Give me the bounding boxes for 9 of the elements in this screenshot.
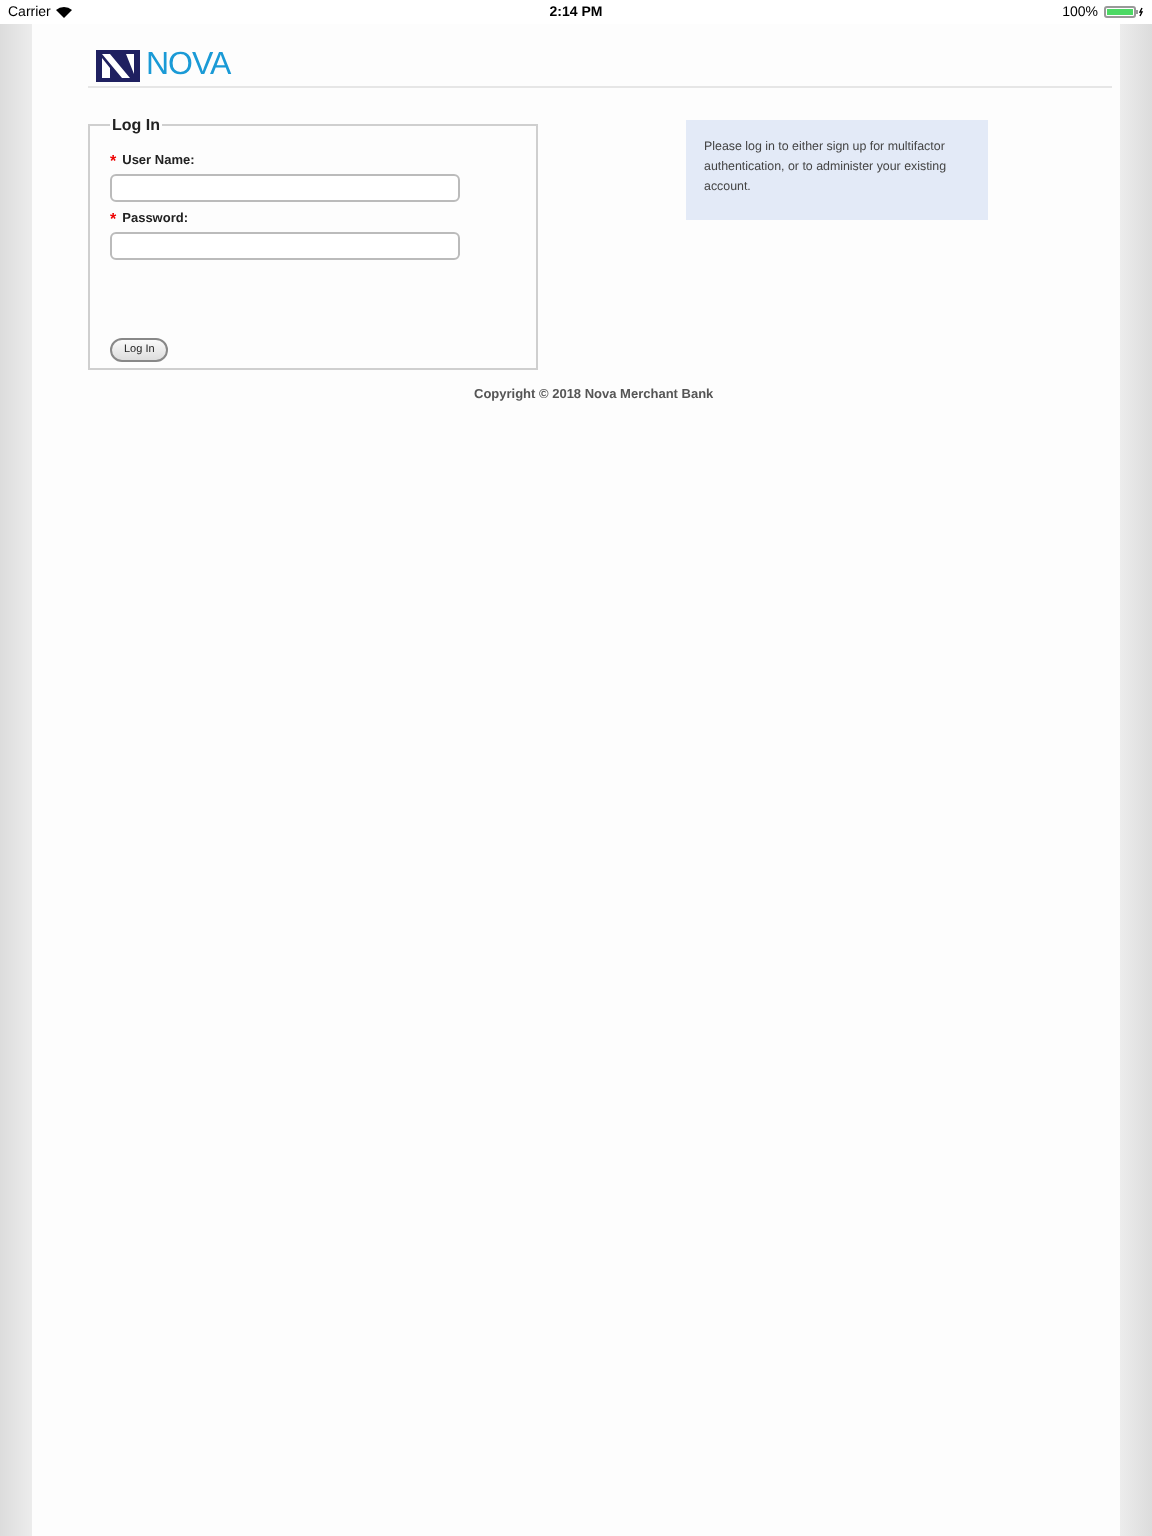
wifi-icon xyxy=(56,6,73,18)
login-heading: Log In xyxy=(110,116,162,134)
logo-text: NOVA xyxy=(146,50,231,82)
logo-icon xyxy=(96,50,140,82)
required-mark: * xyxy=(110,212,117,226)
required-mark: * xyxy=(110,154,117,168)
input-field[interactable] xyxy=(110,174,460,202)
input-field[interactable] xyxy=(110,232,460,260)
battery-icon xyxy=(1104,6,1144,18)
